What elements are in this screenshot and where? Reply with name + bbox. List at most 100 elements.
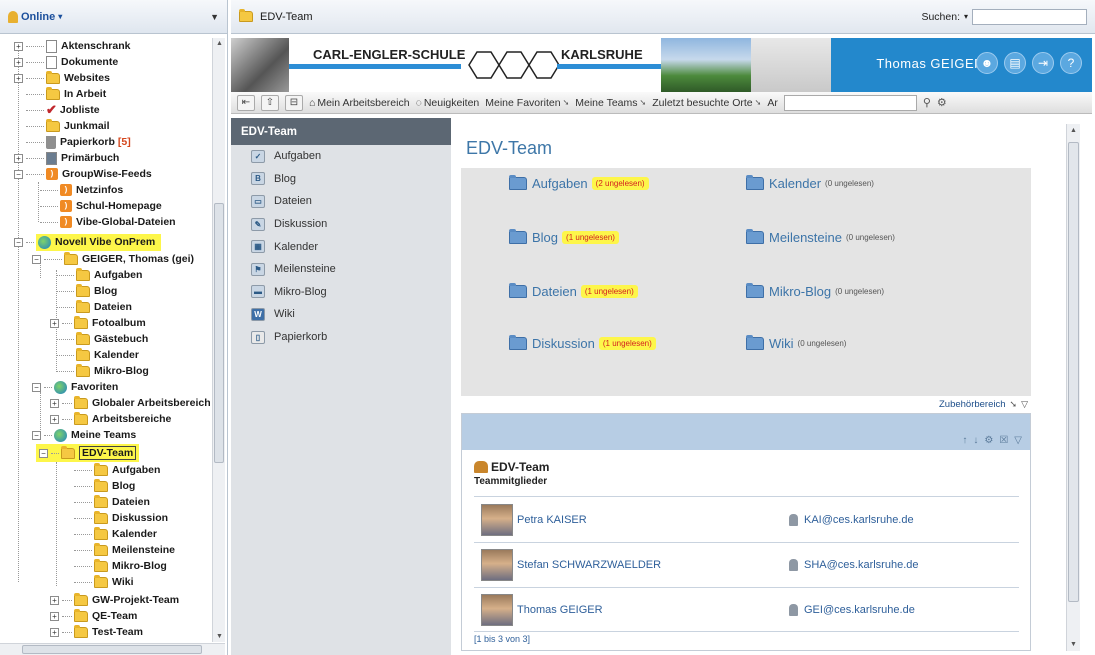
nav-workspaces[interactable]: Ar — [767, 97, 778, 109]
scroll-down-icon[interactable]: ▼ — [1070, 641, 1077, 648]
tree-item-fotoalbum[interactable]: + Fotoalbum — [50, 315, 146, 331]
search-label[interactable]: Suchen: — [921, 11, 960, 23]
sidebar-item-mikro-blog[interactable]: ▬ Mikro-Blog — [231, 281, 451, 304]
avatar[interactable] — [481, 549, 513, 581]
tree-item-edv-wiki[interactable]: Wiki — [74, 574, 134, 590]
member-name[interactable]: Petra KAISER — [517, 514, 789, 526]
tree-item-schul-homepage[interactable]: ) Schul-Homepage — [40, 198, 162, 214]
tree-item-in-arbeit[interactable]: In Arbeit — [26, 86, 106, 102]
settings-icon[interactable]: ⚙ — [937, 96, 947, 109]
tree-item-groupwise-feeds[interactable]: −) GroupWise-Feeds — [14, 166, 152, 182]
tree-item-dokumente[interactable]: + Dokumente — [14, 54, 118, 70]
tree-item-vibe-global-dateien[interactable]: ) Vibe-Global-Dateien — [40, 214, 176, 230]
user-name[interactable]: Thomas GEIGER — [876, 56, 984, 71]
status-selector[interactable]: Online ▾ — [8, 10, 62, 23]
folder-link-dateien[interactable]: Dateien (1 ungelesen) — [509, 283, 638, 299]
member-email[interactable]: GEI@ces.karlsruhe.de — [789, 604, 915, 616]
folder-link-kalender[interactable]: Kalender (0 ungelesen) — [746, 175, 874, 191]
accessory-area-toggle[interactable]: Zubehörbereich ➘ ▽ — [939, 399, 1028, 410]
search-icon[interactable]: ⚲ — [923, 96, 931, 109]
clipboard-icon[interactable]: ▤ — [1004, 52, 1026, 74]
folder-link-diskussion[interactable]: Diskussion (1 ungelesen) — [509, 335, 656, 351]
upload-icon[interactable]: ⇧ — [261, 94, 279, 111]
tree-item-gaestebuch[interactable]: Gästebuch — [56, 331, 148, 347]
gear-icon[interactable]: ⚙ — [984, 435, 993, 446]
tree-item-edv-dateien[interactable]: Dateien — [74, 494, 150, 510]
scroll-up-icon[interactable]: ▲ — [216, 40, 223, 47]
nav-my-teams[interactable]: Meine Teams ➘ — [575, 97, 646, 109]
tree-item-qe-team[interactable]: + QE-Team — [50, 608, 137, 624]
tree-item-gw-projekt-team[interactable]: + GW-Projekt-Team — [50, 592, 179, 608]
tree-item-globaler-arbeitsbereich[interactable]: + Globaler Arbeitsbereich — [50, 395, 210, 411]
folder-link-mikro-blog[interactable]: Mikro-Blog (0 ungelesen) — [746, 283, 884, 299]
member-email[interactable]: KAI@ces.karlsruhe.de — [789, 514, 914, 526]
avatar[interactable] — [481, 594, 513, 626]
member-name[interactable]: Stefan SCHWARZWAELDER — [517, 559, 789, 571]
tree-item-kalender[interactable]: Kalender — [56, 347, 139, 363]
tree-item-edv-mikro-blog[interactable]: Mikro-Blog — [74, 558, 167, 574]
panel-dropdown-icon[interactable]: ▼ — [210, 12, 219, 22]
tree-item-edv-team[interactable]: − EDV-Team — [36, 444, 140, 462]
search-input[interactable] — [972, 8, 1087, 25]
nav-recent-places[interactable]: Zuletzt besuchte Orte ➘ — [652, 97, 761, 109]
tree-item-aufgaben[interactable]: Aufgaben — [56, 267, 142, 283]
tree-item-arbeitsbereiche[interactable]: + Arbeitsbereiche — [50, 411, 171, 427]
tree-horizontal-scrollbar[interactable] — [0, 643, 225, 655]
tree-item-edv-blog[interactable]: Blog — [74, 478, 135, 494]
move-down-icon[interactable]: ↓ — [973, 435, 978, 446]
folder-link-blog[interactable]: Blog (1 ungelesen) — [509, 229, 619, 245]
nav-favorites[interactable]: Meine Favoriten ➘ — [485, 97, 569, 109]
sidebar-item-wiki[interactable]: W Wiki — [231, 303, 451, 326]
folder-link-aufgaben[interactable]: Aufgaben (2 ungelesen) — [509, 175, 649, 191]
member-name[interactable]: Thomas GEIGER — [517, 604, 789, 616]
tree-item-edv-kalender[interactable]: Kalender — [74, 526, 157, 542]
tree-item-junkmail[interactable]: Junkmail — [26, 118, 110, 134]
tree-item-novell-vibe-onprem[interactable]: − Novell Vibe OnPrem — [14, 233, 162, 251]
tree-item-meine-teams[interactable]: − Meine Teams — [32, 427, 136, 443]
caret-down-icon[interactable]: ▾ — [964, 12, 968, 21]
sidebar-item-papierkorb[interactable]: ▯ Papierkorb — [231, 326, 451, 349]
tree-vertical-scrollbar[interactable]: ▲ ▼ — [212, 38, 225, 642]
tree-item-primaerbuch[interactable]: + Primärbuch — [14, 150, 119, 166]
tree-icon[interactable]: ⊟ — [285, 94, 303, 111]
collapse-icon[interactable]: ⇤ — [237, 94, 255, 111]
tree-item-edv-aufgaben[interactable]: Aufgaben — [74, 462, 160, 478]
nav-my-workspace[interactable]: ⌂ Mein Arbeitsbereich — [309, 97, 410, 109]
tree-item-edv-meilensteine[interactable]: Meilensteine — [74, 542, 175, 558]
scroll-thumb[interactable] — [22, 645, 202, 654]
close-icon[interactable]: ☒ — [999, 435, 1008, 446]
content-vertical-scrollbar[interactable]: ▲ ▼ — [1066, 124, 1080, 651]
tree-item-websites[interactable]: + Websites — [14, 70, 110, 86]
scroll-down-icon[interactable]: ▼ — [216, 633, 223, 640]
sidebar-item-meilensteine[interactable]: ⚑ Meilensteine — [231, 258, 451, 281]
nav-search-input[interactable] — [783, 94, 917, 111]
scroll-up-icon[interactable]: ▲ — [1070, 127, 1077, 134]
logout-icon[interactable]: ⇥ — [1032, 52, 1054, 74]
sidebar-item-aufgaben[interactable]: ✓ Aufgaben — [231, 145, 451, 168]
tree-item-aktenschrank[interactable]: + Aktenschrank — [14, 38, 130, 54]
tree-item-blog[interactable]: Blog — [56, 283, 117, 299]
help-icon[interactable]: ? — [1060, 52, 1082, 74]
sidebar-item-blog[interactable]: B Blog — [231, 168, 451, 191]
scroll-thumb[interactable] — [214, 203, 224, 463]
user-profile-icon[interactable]: ☻ — [976, 52, 998, 74]
tree-item-test-team[interactable]: + Test-Team — [50, 624, 143, 640]
tree-item-geiger-thomas[interactable]: − GEIGER, Thomas (gei) — [32, 251, 194, 267]
chevron-down-icon[interactable]: ▽ — [1014, 435, 1022, 446]
avatar[interactable] — [481, 504, 513, 536]
sidebar-item-diskussion[interactable]: ✎ Diskussion — [231, 213, 451, 236]
tree-item-papierkorb[interactable]: Papierkorb [5] — [26, 134, 131, 150]
breadcrumb-item[interactable]: EDV-Team — [239, 9, 313, 23]
scroll-thumb[interactable] — [1068, 142, 1079, 602]
move-up-icon[interactable]: ↑ — [962, 435, 967, 446]
tree-item-edv-diskussion[interactable]: Diskussion — [74, 510, 168, 526]
folder-link-wiki[interactable]: Wiki (0 ungelesen) — [746, 335, 846, 351]
folder-link-meilensteine[interactable]: Meilensteine (0 ungelesen) — [746, 229, 895, 245]
tree-item-netzinfos[interactable]: ) Netzinfos — [40, 182, 123, 198]
tree-item-dateien[interactable]: Dateien — [56, 299, 132, 315]
tree-item-jobliste[interactable]: ✔ Jobliste — [26, 102, 100, 118]
tree-item-favoriten[interactable]: − Favoriten — [32, 379, 118, 395]
tree-item-mikro-blog[interactable]: Mikro-Blog — [56, 363, 149, 379]
sidebar-item-kalender[interactable]: ▦ Kalender — [231, 235, 451, 258]
nav-news[interactable]: ◌ Neuigkeiten — [416, 97, 480, 109]
